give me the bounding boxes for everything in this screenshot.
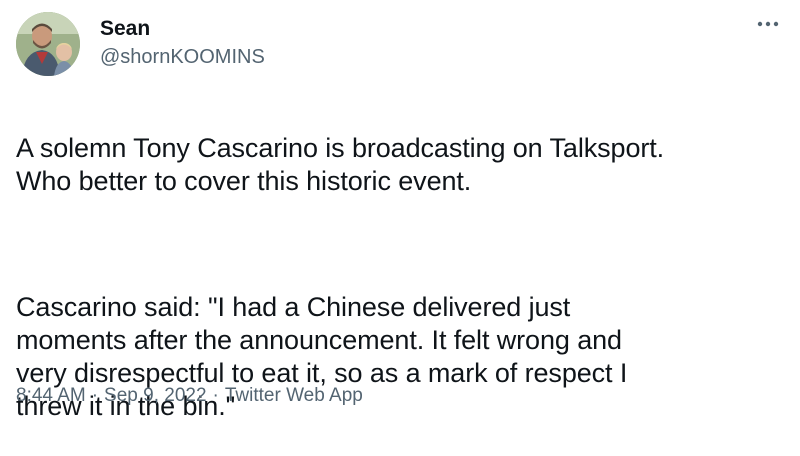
tweet-card: Sean @shornKOOMINS A solemn Tony Cascari… [0,0,800,423]
avatar[interactable] [16,12,80,76]
separator: · [212,385,219,406]
tweet-paragraph: A solemn Tony Cascarino is broadcasting … [16,133,665,196]
tweet-source[interactable]: Twitter Web App [225,385,363,406]
more-options-icon [757,21,779,27]
user-handle[interactable]: @shornKOOMINS [100,44,265,70]
tweet-date[interactable]: Sep 9, 2022 [104,385,206,406]
avatar-photo [16,12,80,76]
user-info: Sean @shornKOOMINS [100,16,265,70]
more-options-button[interactable] [754,14,782,34]
display-name[interactable]: Sean [100,16,265,42]
tweet-time[interactable]: 8:44 AM [16,385,86,406]
separator: · [91,385,99,406]
tweet-metadata: 8:44 AM · Sep 9, 2022 · Twitter Web App [16,384,363,408]
